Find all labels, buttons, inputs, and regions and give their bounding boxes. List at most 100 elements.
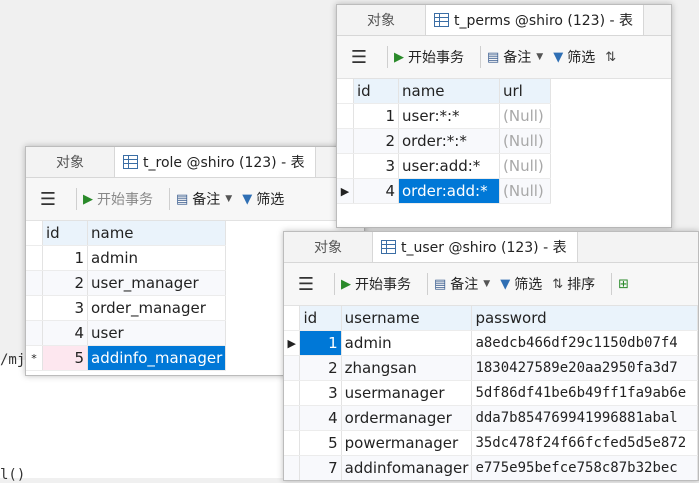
cell-url[interactable]: (Null): [499, 103, 551, 129]
table-row[interactable]: 2 zhangsan 1830427589e20aa2950fa3d7: [284, 355, 698, 381]
cell-id[interactable]: 4: [299, 405, 342, 431]
note-button[interactable]: ▤ 备注 ▼: [487, 47, 543, 67]
table-row[interactable]: 3 user:add:* (Null): [337, 153, 551, 179]
cell-url[interactable]: (Null): [499, 128, 551, 154]
table-row[interactable]: 5 powermanager 35dc478f24f66fcfed5d5e872: [284, 430, 698, 456]
data-grid: id username password ▶ 1 admin a8edcb466…: [284, 306, 698, 480]
cell-password[interactable]: a8edcb466df29c1150db07f4: [471, 330, 698, 356]
cell-password[interactable]: 35dc478f24f66fcfed5d5e872: [471, 430, 698, 456]
column-header-name[interactable]: name: [398, 79, 500, 104]
table-row[interactable]: 1 user:*:* (Null): [337, 103, 551, 129]
begin-transaction-button[interactable]: ▶ 开始事务: [341, 274, 411, 294]
toolbar-separator: [480, 46, 481, 68]
row-indicator: [26, 221, 43, 246]
cell-id[interactable]: 2: [299, 355, 342, 381]
cell-username[interactable]: powermanager: [341, 430, 473, 456]
column-header-id[interactable]: id: [353, 79, 399, 104]
table-row[interactable]: 3 order_manager: [26, 295, 227, 321]
cell-name[interactable]: order_manager: [87, 295, 227, 321]
tab-t-perms[interactable]: t_perms @shiro (123) - 表: [426, 5, 644, 35]
filter-button[interactable]: ▼ 筛选: [500, 274, 542, 294]
cell-name[interactable]: order:*:*: [398, 128, 500, 154]
cell-id[interactable]: 4: [353, 178, 399, 204]
data-grid: id name url 1 user:*:* (Null) 2 order:*:…: [337, 79, 551, 204]
note-icon: ▤: [487, 49, 500, 65]
menu-icon[interactable]: ☰: [337, 47, 381, 68]
tab-title: t_user @shiro (123) - 表: [401, 240, 567, 256]
table-row[interactable]: ▶ 1 admin a8edcb466df29c1150db07f4: [284, 330, 698, 356]
table-row[interactable]: 2 user_manager: [26, 270, 227, 296]
cell-id[interactable]: 3: [299, 380, 342, 406]
cell-username[interactable]: ordermanager: [341, 405, 473, 431]
cell-username[interactable]: usermanager: [341, 380, 473, 406]
column-header-url[interactable]: url: [499, 79, 551, 104]
note-button[interactable]: ▤ 备注 ▼: [434, 274, 490, 294]
table-row[interactable]: 2 order:*:* (Null): [337, 128, 551, 154]
column-header-username[interactable]: username: [341, 306, 473, 331]
column-header-id[interactable]: id: [299, 306, 342, 331]
cell-name[interactable]: user:*:*: [398, 103, 500, 129]
table-row[interactable]: 3 usermanager 5df86df41be6b49ff1fa9ab6e: [284, 380, 698, 406]
cell-name[interactable]: user_manager: [87, 270, 227, 296]
cell-url[interactable]: (Null): [499, 178, 551, 204]
tab-bar: 对象 t_role @shiro (123) - 表: [26, 147, 364, 178]
cell-name-selected[interactable]: order:add:*: [398, 178, 500, 204]
cell-username[interactable]: zhangsan: [341, 355, 473, 381]
note-button[interactable]: ▤ 备注 ▼: [176, 189, 232, 209]
tab-objects[interactable]: 对象: [284, 232, 373, 262]
cell-id[interactable]: 2: [42, 270, 88, 296]
table-row[interactable]: * 5 addinfo_manager: [26, 345, 227, 371]
table-row[interactable]: ▶ 4 order:add:* (Null): [337, 178, 551, 204]
column-header-password[interactable]: password: [471, 306, 698, 331]
cell-name-selected[interactable]: addinfo_manager: [87, 345, 227, 371]
row-indicator: [337, 153, 354, 179]
cell-username[interactable]: addinfomanager: [341, 455, 473, 480]
row-indicator: [26, 270, 43, 296]
tab-t-user[interactable]: t_user @shiro (123) - 表: [373, 232, 578, 262]
cell-name[interactable]: admin: [87, 245, 227, 271]
cell-username[interactable]: admin: [341, 330, 473, 356]
cell-id[interactable]: 1: [353, 103, 399, 129]
begin-transaction-button[interactable]: ▶ 开始事务: [394, 47, 464, 67]
cell-password[interactable]: e775e95befce758c87b32bec: [471, 455, 698, 480]
menu-icon[interactable]: ☰: [284, 274, 328, 295]
cell-password[interactable]: 1830427589e20aa2950fa3d7: [471, 355, 698, 381]
filter-icon: ▼: [553, 49, 564, 65]
cell-id[interactable]: 2: [353, 128, 399, 154]
tab-bar: 对象 t_perms @shiro (123) - 表: [337, 5, 671, 36]
cell-name[interactable]: user:add:*: [398, 153, 500, 179]
tab-objects[interactable]: 对象: [337, 5, 426, 35]
cell-password[interactable]: dda7b854769941996881abal: [471, 405, 698, 431]
cell-id[interactable]: 5: [42, 345, 88, 371]
cell-id-selected[interactable]: 1: [299, 330, 342, 356]
cell-id[interactable]: 3: [42, 295, 88, 321]
toolbar-separator: [76, 188, 77, 210]
column-header-name[interactable]: name: [87, 221, 227, 246]
cell-name[interactable]: user: [87, 320, 227, 346]
filter-button[interactable]: ▼ 筛选: [242, 189, 284, 209]
import-button[interactable]: ⊞: [618, 277, 633, 292]
table-row[interactable]: 4 user: [26, 320, 227, 346]
cell-id[interactable]: 4: [42, 320, 88, 346]
filter-button[interactable]: ▼ 筛选: [553, 47, 595, 67]
begin-transaction-button[interactable]: ▶ 开始事务: [83, 189, 153, 209]
column-header-id[interactable]: id: [42, 221, 88, 246]
filter-icon: ▼: [500, 276, 511, 292]
table-row[interactable]: 4 ordermanager dda7b854769941996881abal: [284, 405, 698, 431]
cell-url[interactable]: (Null): [499, 153, 551, 179]
cell-id[interactable]: 7: [299, 455, 342, 480]
note-icon: ▤: [434, 276, 447, 292]
sort-button[interactable]: ⇅: [605, 50, 620, 65]
cell-id[interactable]: 1: [42, 245, 88, 271]
table-row[interactable]: 7 addinfomanager e775e95befce758c87b32be…: [284, 455, 698, 480]
tab-t-role[interactable]: t_role @shiro (123) - 表: [115, 147, 316, 177]
tab-objects[interactable]: 对象: [26, 147, 115, 177]
cell-id[interactable]: 5: [299, 430, 342, 456]
toolbar: ☰ ▶ 开始事务 ▤ 备注 ▼ ▼ 筛选 ⇅ 排序 ⊞: [284, 263, 698, 306]
table-row[interactable]: 1 admin: [26, 245, 227, 271]
cell-password[interactable]: 5df86df41be6b49ff1fa9ab6e: [471, 380, 698, 406]
cell-id[interactable]: 3: [353, 153, 399, 179]
sort-button[interactable]: ⇅ 排序: [552, 274, 595, 294]
menu-icon[interactable]: ☰: [26, 189, 70, 210]
toolbar-separator: [169, 188, 170, 210]
